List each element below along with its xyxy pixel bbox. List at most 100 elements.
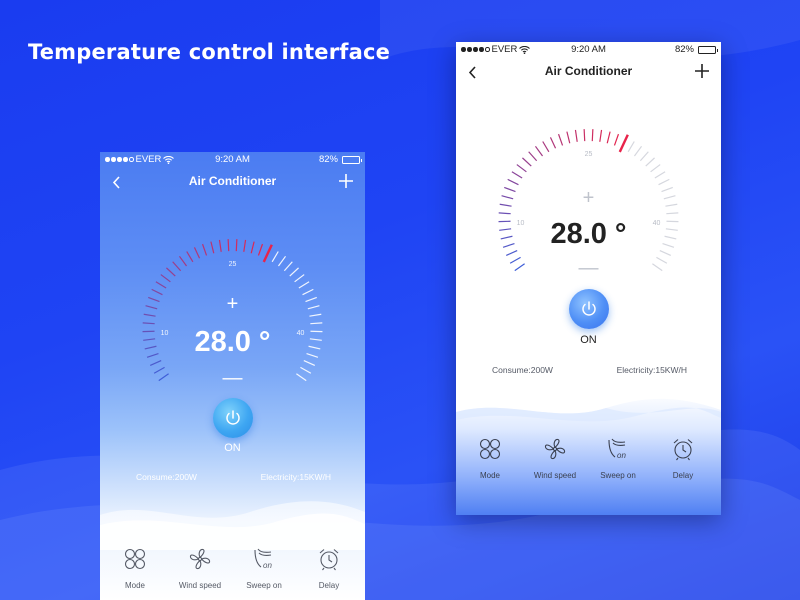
nav-bar: Air Conditioner xyxy=(100,170,365,194)
mode-button[interactable]: Mode xyxy=(105,546,165,590)
dial-tick xyxy=(294,274,305,283)
status-bar: EVER 9:20 AM 82% xyxy=(100,152,365,168)
dial-tick xyxy=(666,212,679,215)
fan-icon xyxy=(189,548,211,570)
power-button[interactable] xyxy=(569,289,609,329)
wind-speed-label: Wind speed xyxy=(533,471,577,480)
dial-tick xyxy=(505,250,518,256)
temperature-value: 28.0 ° xyxy=(194,326,271,358)
dial-tick xyxy=(654,171,666,179)
dial-tick xyxy=(645,157,655,167)
wind-speed-button[interactable]: Wind speed xyxy=(525,436,585,480)
mode-label: Mode xyxy=(479,471,500,480)
dial-tick xyxy=(566,131,571,144)
dial-tick xyxy=(250,241,255,254)
dial-tick xyxy=(591,129,594,142)
plus-icon[interactable] xyxy=(337,170,355,192)
control-bar: Mode Wind speed on Sweep on Delay xyxy=(456,436,721,486)
nav-title: Air Conditioner xyxy=(544,64,633,78)
consume-stat: Consume:200W xyxy=(136,472,197,482)
dial-tick xyxy=(227,239,230,252)
dial-tick xyxy=(606,131,611,144)
sweep-button[interactable]: on Sweep on xyxy=(234,546,294,590)
nav-bar: Air Conditioner xyxy=(456,60,721,84)
dial-tick xyxy=(298,281,310,289)
sweep-label: Sweep on xyxy=(246,581,282,590)
dial-tick xyxy=(542,141,550,153)
sweep-icon: on xyxy=(608,438,626,460)
svg-text:on: on xyxy=(617,451,626,460)
dial-tick xyxy=(193,247,201,259)
page-title: Temperature control interface xyxy=(28,40,391,64)
dial-tick xyxy=(658,178,670,186)
mode-button[interactable]: Mode xyxy=(460,436,520,480)
temperature-increase-button[interactable]: + xyxy=(456,188,721,208)
sweep-button[interactable]: on Sweep on xyxy=(588,436,648,480)
dial-tick xyxy=(549,137,557,149)
dial-tick xyxy=(498,212,511,215)
dial-tick xyxy=(149,360,162,366)
dial-tick xyxy=(235,239,238,252)
dial-tick xyxy=(143,313,156,317)
dial-tick xyxy=(507,178,519,186)
dial-tick xyxy=(277,255,287,267)
dial-tick xyxy=(178,255,188,267)
sweep-icon: on xyxy=(254,548,272,570)
dial-tick xyxy=(142,322,155,325)
temperature-decrease-button[interactable]: — xyxy=(456,258,721,278)
mode-icon xyxy=(124,548,146,570)
electricity-stat: Electricity:15KW/H xyxy=(260,472,331,482)
dial-tick xyxy=(516,164,527,173)
delay-button[interactable]: Delay xyxy=(299,546,359,590)
dial-tick xyxy=(289,267,299,277)
dial-tick xyxy=(557,133,564,146)
dial-tick xyxy=(243,239,247,252)
dial-label-mid: 25 xyxy=(229,261,237,268)
dial-tick xyxy=(172,261,182,272)
svg-text:on: on xyxy=(263,561,272,570)
dial-tick xyxy=(201,243,208,256)
dial-tick xyxy=(650,164,661,173)
dial-tick xyxy=(303,360,316,366)
delay-button[interactable]: Delay xyxy=(653,436,713,480)
alarm-clock-icon xyxy=(319,549,339,571)
dial-setpoint-tick xyxy=(262,244,273,263)
temperature-increase-button[interactable]: + xyxy=(100,294,365,314)
dial-tick xyxy=(528,151,538,162)
power-button[interactable] xyxy=(213,398,253,438)
dial-tick xyxy=(639,151,649,162)
electricity-stat: Electricity:15KW/H xyxy=(616,365,687,375)
wind-speed-button[interactable]: Wind speed xyxy=(170,546,230,590)
dial-tick xyxy=(283,261,293,272)
dial-tick xyxy=(633,145,643,157)
dial-tick xyxy=(257,243,264,256)
dial-tick xyxy=(166,267,176,277)
dial-tick xyxy=(160,274,171,283)
dial-tick xyxy=(186,251,194,263)
power-icon xyxy=(582,301,596,316)
dial-tick xyxy=(522,157,532,167)
power-icon xyxy=(226,410,240,425)
decorative-wave xyxy=(456,392,721,422)
mode-label: Mode xyxy=(124,581,145,590)
plus-icon[interactable] xyxy=(693,60,711,82)
fan-icon xyxy=(544,438,566,460)
dial-tick xyxy=(310,322,323,325)
power-status-label: ON xyxy=(224,442,241,454)
dial-tick xyxy=(574,129,578,142)
wind-speed-label: Wind speed xyxy=(178,581,222,590)
decorative-wave xyxy=(100,501,365,550)
dial-tick xyxy=(271,251,279,263)
dial-tick xyxy=(218,239,222,252)
control-bar: Mode Wind speed on Sweep on Delay xyxy=(100,546,365,596)
alarm-clock-icon xyxy=(673,439,693,461)
dial-tick xyxy=(613,133,620,146)
battery-icon xyxy=(342,155,362,164)
phone-white: EVER 9:20 AM 82% Air Conditioner 10 25 40 … xyxy=(456,42,721,515)
temperature-decrease-button[interactable]: — xyxy=(100,368,365,388)
dial-tick xyxy=(599,129,603,142)
status-bar: EVER 9:20 AM 82% xyxy=(456,42,721,58)
dial-tick xyxy=(511,171,523,179)
dial-tick xyxy=(309,313,322,317)
battery-percent: 82% xyxy=(674,44,694,55)
